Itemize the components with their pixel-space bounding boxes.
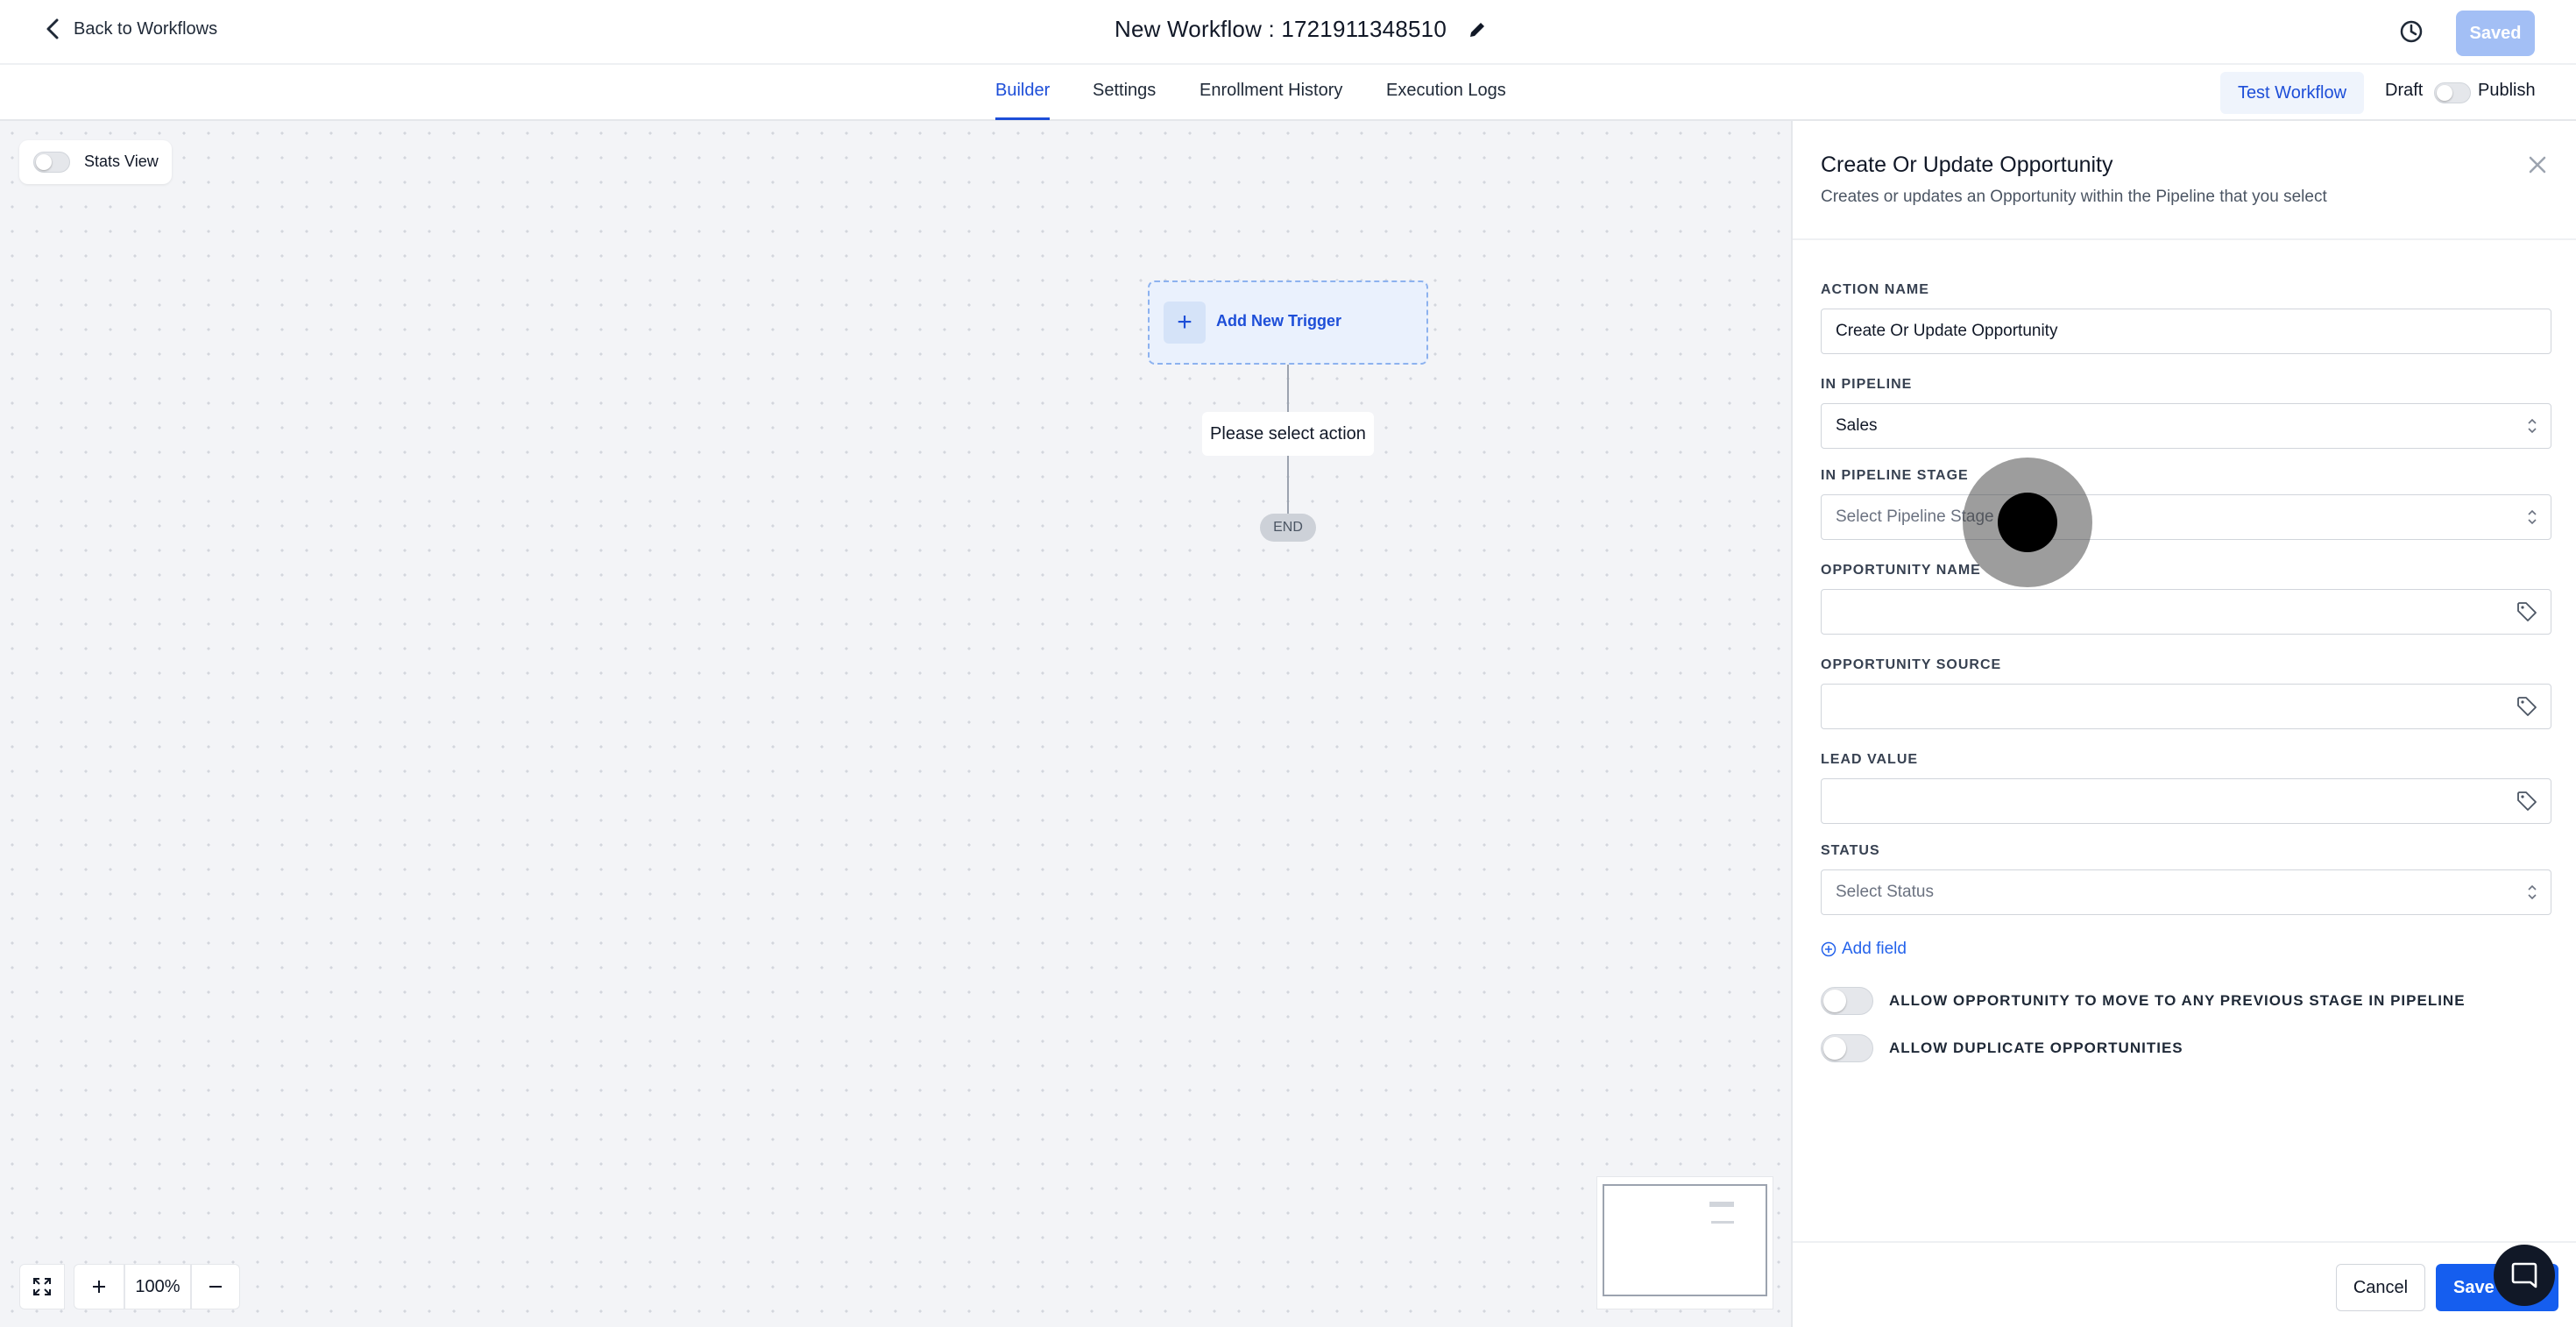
tab-enrollment-history[interactable]: Enrollment History bbox=[1200, 81, 1342, 101]
select-action-node[interactable]: Please select action bbox=[1202, 412, 1374, 456]
plus-circle-icon bbox=[1821, 941, 1836, 957]
lead-value-label: LEAD VALUE bbox=[1821, 752, 1919, 767]
add-field-label: Add field bbox=[1842, 940, 1907, 958]
allow-previous-stage-row: ALLOW OPPORTUNITY TO MOVE TO ANY PREVIOU… bbox=[1821, 987, 2466, 1015]
minimap-viewport bbox=[1603, 1184, 1767, 1296]
add-new-trigger-card[interactable]: + Add New Trigger bbox=[1148, 280, 1428, 365]
action-name-input[interactable]: Create Or Update Opportunity bbox=[1821, 309, 2551, 354]
minimap[interactable] bbox=[1596, 1176, 1773, 1309]
panel-title: Create Or Update Opportunity bbox=[1821, 153, 2113, 177]
status-label: STATUS bbox=[1821, 843, 1880, 858]
allow-previous-stage-label: ALLOW OPPORTUNITY TO MOVE TO ANY PREVIOU… bbox=[1889, 992, 2466, 1009]
tag-icon[interactable] bbox=[2516, 695, 2538, 718]
cancel-button[interactable]: Cancel bbox=[2336, 1264, 2425, 1311]
chevron-updown-icon bbox=[2528, 509, 2537, 525]
zoom-out-button[interactable] bbox=[191, 1264, 240, 1309]
zoom-controls: 100% bbox=[19, 1264, 240, 1309]
fit-view-button[interactable] bbox=[19, 1264, 65, 1309]
pipeline-label: IN PIPELINE bbox=[1821, 377, 1913, 392]
divider bbox=[1793, 238, 2576, 240]
top-bar: Back to Workflows New Workflow : 1721911… bbox=[0, 0, 2576, 65]
opportunity-source-label: OPPORTUNITY SOURCE bbox=[1821, 657, 2002, 672]
stats-view-toggle[interactable] bbox=[33, 152, 70, 173]
pipeline-select[interactable]: Sales bbox=[1821, 403, 2551, 449]
draft-label: Draft bbox=[2385, 81, 2424, 100]
click-indicator-dot bbox=[1998, 493, 2057, 552]
panel-subtitle: Creates or updates an Opportunity within… bbox=[1821, 188, 2327, 206]
connector-line bbox=[1287, 365, 1289, 412]
opportunity-source-input[interactable] bbox=[1821, 684, 2551, 729]
pencil-icon[interactable] bbox=[1468, 20, 1487, 39]
stats-view-control: Stats View bbox=[19, 140, 172, 184]
test-workflow-button[interactable]: Test Workflow bbox=[2220, 72, 2364, 114]
tab-execution-logs[interactable]: Execution Logs bbox=[1386, 81, 1506, 101]
workflow-title: New Workflow : 1721911348510 bbox=[1115, 16, 1487, 43]
history-icon[interactable] bbox=[2397, 18, 2425, 46]
tab-builder[interactable]: Builder bbox=[995, 81, 1051, 120]
action-name-value: Create Or Update Opportunity bbox=[1836, 322, 2058, 340]
allow-previous-stage-toggle[interactable] bbox=[1821, 987, 1873, 1015]
stats-view-label: Stats View bbox=[84, 153, 159, 170]
pipeline-value: Sales bbox=[1836, 416, 1878, 435]
chat-widget-button[interactable] bbox=[2494, 1245, 2555, 1306]
tag-icon[interactable] bbox=[2516, 790, 2538, 813]
tabs-bar: Builder Settings Enrollment History Exec… bbox=[0, 65, 2576, 121]
panel-footer: Cancel Save A bbox=[1793, 1241, 2576, 1327]
connector-line bbox=[1287, 456, 1289, 514]
end-node: END bbox=[1260, 514, 1316, 542]
chevron-updown-icon bbox=[2528, 884, 2537, 900]
chat-icon bbox=[2511, 1262, 2537, 1288]
close-icon[interactable] bbox=[2525, 153, 2550, 177]
back-label: Back to Workflows bbox=[74, 18, 218, 39]
lead-value-input[interactable] bbox=[1821, 778, 2551, 824]
allow-duplicates-row: ALLOW DUPLICATE OPPORTUNITIES bbox=[1821, 1034, 2183, 1062]
plus-icon: + bbox=[1164, 302, 1206, 344]
chevron-updown-icon bbox=[2528, 418, 2537, 434]
action-name-label: ACTION NAME bbox=[1821, 282, 1929, 297]
pipeline-stage-select[interactable]: Select Pipeline Stage bbox=[1821, 494, 2551, 540]
workflow-canvas[interactable]: Stats View + Add New Trigger Please sele… bbox=[0, 121, 1791, 1327]
zoom-level: 100% bbox=[124, 1264, 191, 1309]
action-config-panel: Create Or Update Opportunity Creates or … bbox=[1791, 121, 2576, 1327]
publish-toggle[interactable] bbox=[2434, 82, 2471, 103]
tag-icon[interactable] bbox=[2516, 600, 2538, 623]
opportunity-name-label: OPPORTUNITY NAME bbox=[1821, 563, 1981, 578]
allow-duplicates-toggle[interactable] bbox=[1821, 1034, 1873, 1062]
chevron-left-icon bbox=[46, 18, 59, 39]
minimap-node bbox=[1709, 1202, 1734, 1207]
expand-icon bbox=[33, 1278, 51, 1295]
status-placeholder: Select Status bbox=[1836, 883, 1934, 901]
publish-label: Publish bbox=[2478, 81, 2536, 100]
minus-icon bbox=[209, 1286, 222, 1288]
saved-button[interactable]: Saved bbox=[2456, 11, 2535, 56]
add-new-trigger-label: Add New Trigger bbox=[1216, 312, 1342, 330]
pipeline-stage-label: IN PIPELINE STAGE bbox=[1821, 468, 1969, 483]
add-field-link[interactable]: Add field bbox=[1821, 940, 1907, 959]
opportunity-name-input[interactable] bbox=[1821, 589, 2551, 635]
allow-duplicates-label: ALLOW DUPLICATE OPPORTUNITIES bbox=[1889, 1040, 2183, 1056]
minimap-node bbox=[1711, 1221, 1734, 1224]
workflow-title-text: New Workflow : 1721911348510 bbox=[1115, 16, 1447, 42]
tab-settings[interactable]: Settings bbox=[1093, 81, 1156, 101]
zoom-in-button[interactable] bbox=[74, 1264, 124, 1309]
status-select[interactable]: Select Status bbox=[1821, 869, 2551, 915]
back-to-workflows-link[interactable]: Back to Workflows bbox=[44, 18, 217, 40]
plus-icon bbox=[93, 1281, 105, 1293]
